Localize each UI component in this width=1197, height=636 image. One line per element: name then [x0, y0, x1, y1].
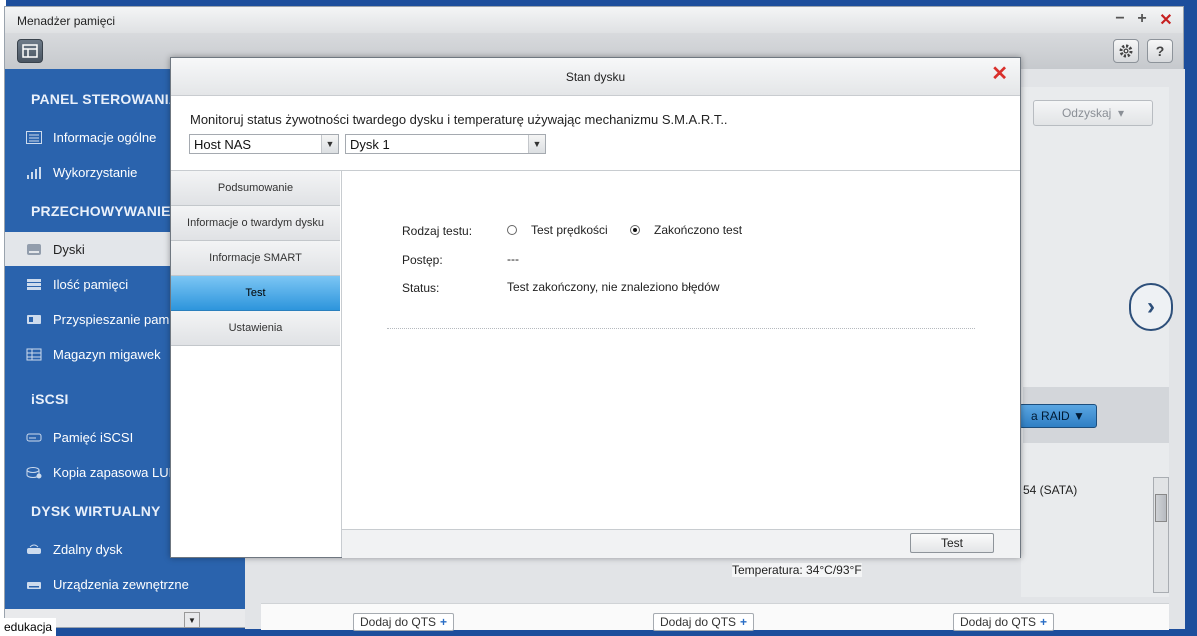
sidebar-item-label: Urządzenia zewnętrzne [53, 576, 189, 592]
dialog-close-icon[interactable]: ✕ [991, 61, 1008, 86]
cache-icon [25, 312, 43, 326]
host-select[interactable]: Host NAS ▼ [189, 134, 339, 154]
sidebar-item-label: Dyski [53, 241, 85, 257]
disk-icon [25, 242, 43, 256]
sidebar-item-label: Zdalny dysk [53, 541, 123, 557]
section-title: iSCSI [31, 391, 69, 407]
radio-speed-test[interactable] [507, 225, 517, 235]
maximize-icon[interactable]: + [1133, 10, 1151, 28]
speed-test-option-label[interactable]: Test prędkości [531, 223, 608, 237]
vertical-scrollbar[interactable] [1153, 477, 1169, 593]
dotted-divider [387, 328, 975, 329]
add-to-qts-button[interactable]: Dodaj do QTS + [353, 613, 455, 631]
dialog-titlebar: Stan dysku ✕ [171, 58, 1020, 96]
status-label: Status: [402, 281, 440, 295]
minimize-icon[interactable]: − [1111, 10, 1129, 28]
sidebar-item-label: Pamięć iSCSI [53, 429, 134, 445]
add-to-qts-label: Dodaj do QTS [960, 615, 1037, 629]
chevron-down-icon: ▼ [528, 135, 545, 153]
external-device-icon [25, 577, 43, 591]
next-page-button[interactable]: › [1129, 283, 1173, 331]
chevron-right-icon: › [1147, 293, 1155, 320]
tab-test[interactable]: Test [171, 276, 340, 311]
tab-settings[interactable]: Ustawienia [171, 311, 340, 346]
add-to-qts-label: Dodaj do QTS [660, 615, 737, 629]
bar-chart-icon [25, 165, 43, 179]
tab-summary[interactable]: Podsumowanie [171, 171, 340, 206]
sidebar-item-external-devices[interactable]: Urządzenia zewnętrzne [5, 567, 245, 601]
help-button[interactable]: ? [1147, 39, 1173, 63]
progress-value: --- [507, 252, 519, 266]
recover-button[interactable]: Odzyskaj ▾ [1033, 100, 1153, 126]
gear-icon [1119, 44, 1133, 58]
progress-label: Postęp: [402, 253, 443, 267]
sata-label: 54 (SATA) [1023, 483, 1078, 497]
layout-toggle-button[interactable] [17, 39, 43, 63]
section-title: PANEL STEROWANIA [31, 91, 180, 107]
recover-button-label: Odzyskaj [1061, 106, 1112, 120]
plus-icon: + [740, 615, 748, 629]
backup-icon [25, 465, 43, 479]
add-to-qts-button[interactable]: Dodaj do QTS + [953, 613, 1055, 631]
disk-select-value: Dysk 1 [350, 136, 390, 152]
dialog-footer: Test [342, 529, 1020, 558]
dialog-tabs: Podsumowanie Informacje o twardym dysku … [171, 171, 342, 557]
iscsi-disk-icon [25, 430, 43, 444]
taskbar-label: edukacja [0, 618, 57, 636]
completed-test-option-label[interactable]: Zakończono test [654, 223, 742, 237]
disk-select[interactable]: Dysk 1 ▼ [345, 134, 546, 154]
run-test-button[interactable]: Test [910, 533, 994, 553]
sidebar-item-label: Ilość pamięci [53, 276, 129, 292]
status-value: Test zakończony, nie znaleziono błędów [507, 280, 720, 294]
temperature-label: Temperatura: 34°C/93°F [732, 563, 862, 577]
settings-button[interactable] [1113, 39, 1139, 63]
section-title: PRZECHOWYWANIE [31, 203, 171, 219]
test-type-label: Rodzaj testu: [402, 224, 473, 238]
layout-icon [22, 44, 38, 58]
chevron-down-icon: ▼ [321, 135, 338, 153]
sidebar-item-label: Kopia zapasowa LUN [53, 464, 179, 480]
radio-completed-test[interactable] [630, 225, 640, 235]
sidebar-item-label: Przyspieszanie pamięci [53, 311, 189, 327]
snapshot-icon [25, 347, 43, 361]
test-panel: Rodzaj testu: Test prędkości Zakończono … [342, 171, 1020, 529]
dialog-description: Monitoruj status żywotności twardego dys… [190, 112, 728, 127]
sidebar-item-label: Wykorzystanie [53, 164, 138, 180]
app-title: Menadżer pamięci [17, 14, 116, 28]
add-to-qts-label: Dodaj do QTS [360, 615, 437, 629]
scrollbar-thumb[interactable] [1155, 494, 1167, 522]
remote-disk-icon [25, 542, 43, 556]
raid-button[interactable]: a RAID ▼ [1019, 404, 1097, 428]
sidebar-item-label: Informacje ogólne [53, 129, 157, 145]
tab-smart-info[interactable]: Informacje SMART [171, 241, 340, 276]
dialog-title: Stan dysku [565, 70, 626, 84]
plus-icon: + [440, 615, 448, 629]
plus-icon: + [1040, 615, 1048, 629]
disk-panel-background [1021, 87, 1169, 597]
host-select-value: Host NAS [194, 136, 252, 152]
app-titlebar: Menadżer pamięci − + ✕ [5, 7, 1183, 34]
storage-icon [25, 277, 43, 291]
sidebar-item-label: Magazyn migawek [53, 346, 161, 362]
close-icon[interactable]: ✕ [1157, 10, 1175, 30]
tab-disk-info[interactable]: Informacje o twardym dysku [171, 206, 340, 241]
info-list-icon [25, 130, 43, 144]
disk-health-dialog: Stan dysku ✕ Monitoruj status żywotności… [170, 57, 1021, 558]
add-to-qts-button[interactable]: Dodaj do QTS + [653, 613, 755, 631]
section-title: DYSK WIRTUALNY [31, 503, 161, 519]
scroll-down-arrow-icon[interactable]: ▼ [184, 612, 200, 628]
